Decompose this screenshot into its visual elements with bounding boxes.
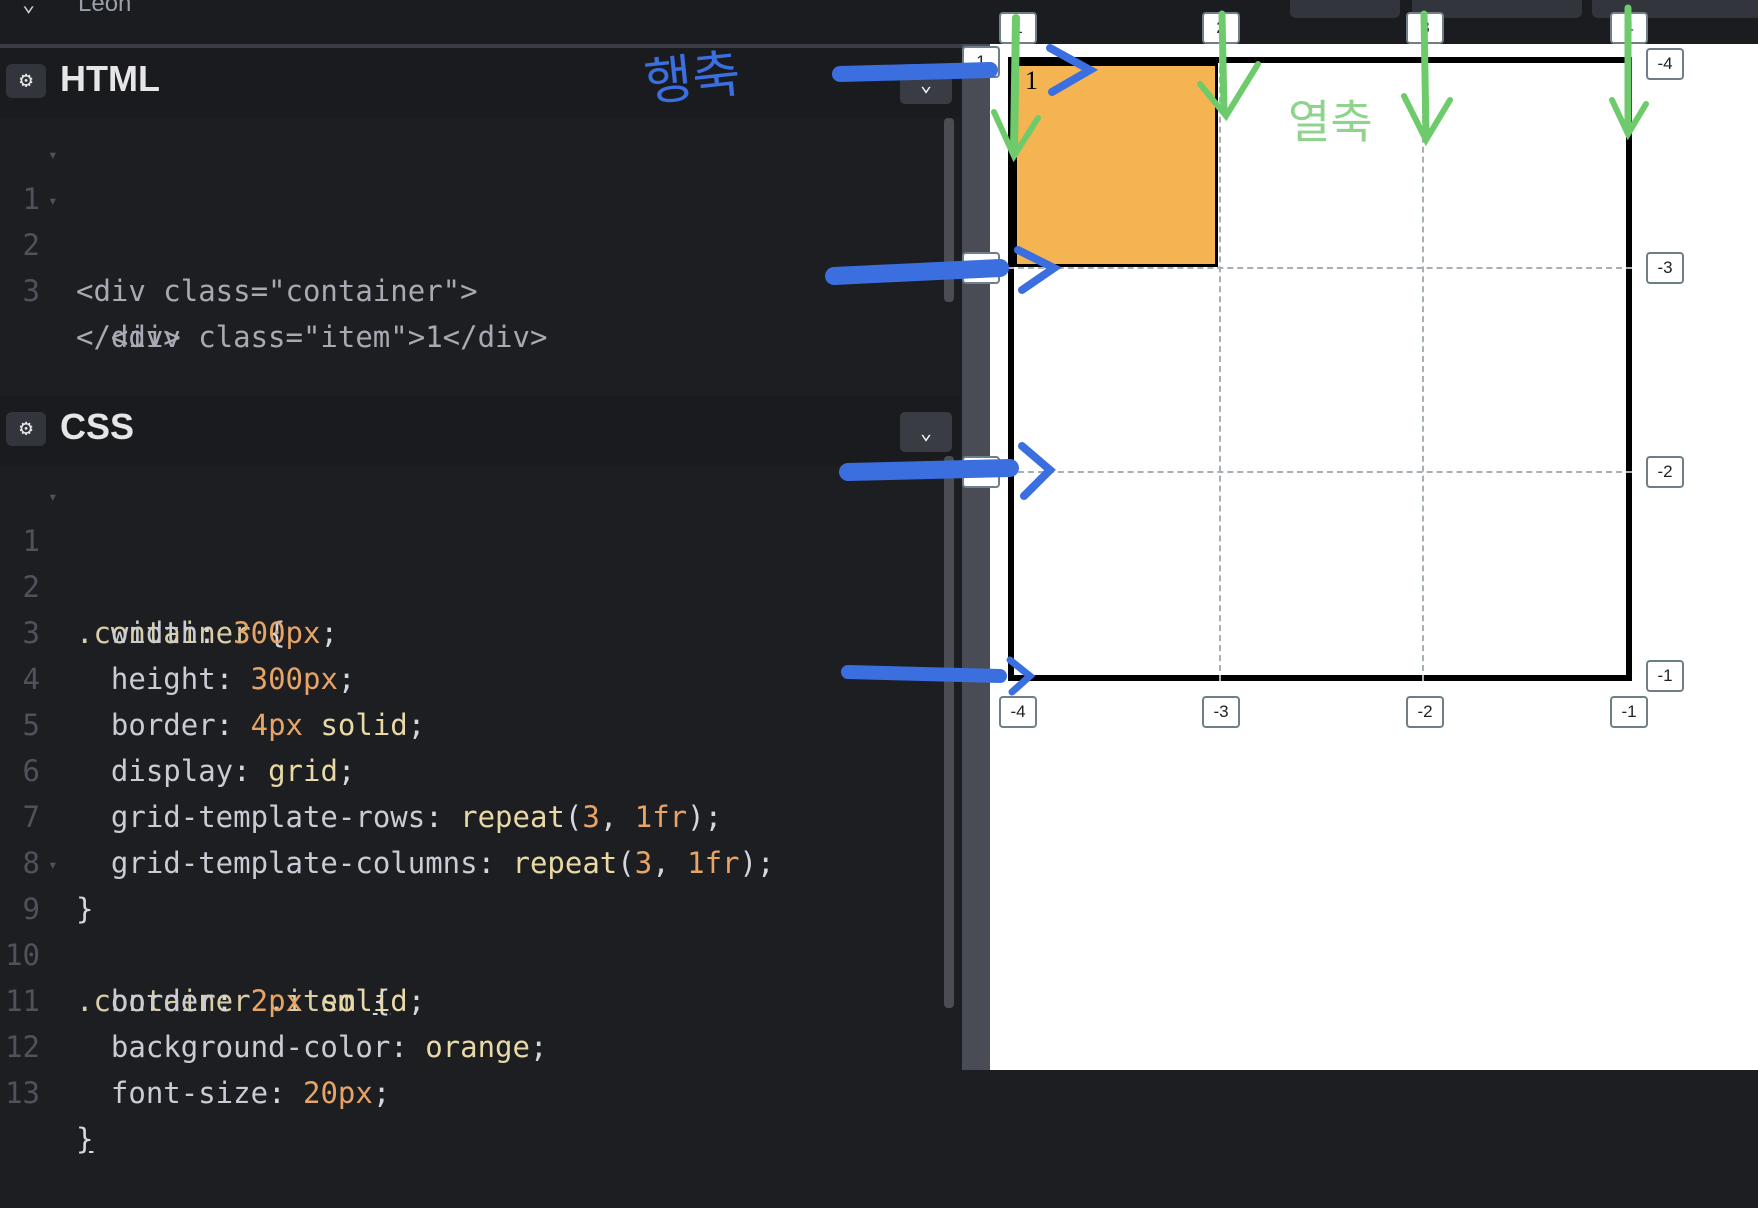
- green-arrow-col-3: [1401, 10, 1453, 147]
- handwritten-label: 행축: [641, 44, 744, 114]
- green-arrow-col-1: [991, 14, 1041, 163]
- green-arrow-col-2: [1197, 10, 1261, 122]
- green-arrow-col-4: [1609, 4, 1649, 141]
- css-property: font-size: [110, 1076, 269, 1110]
- blue-arrow-row-2: [825, 246, 1062, 294]
- brace: }: [76, 1122, 94, 1156]
- blue-arrow-row-3: [839, 442, 1056, 500]
- css-value: 20px: [302, 1076, 373, 1110]
- blue-arrow-row-4: [841, 656, 1036, 696]
- blue-arrow-row-1: [832, 44, 1099, 96]
- annotation-layer: [825, 4, 1649, 696]
- handwritten-label: 열축: [1288, 95, 1373, 149]
- line-number: 13: [5, 1076, 40, 1110]
